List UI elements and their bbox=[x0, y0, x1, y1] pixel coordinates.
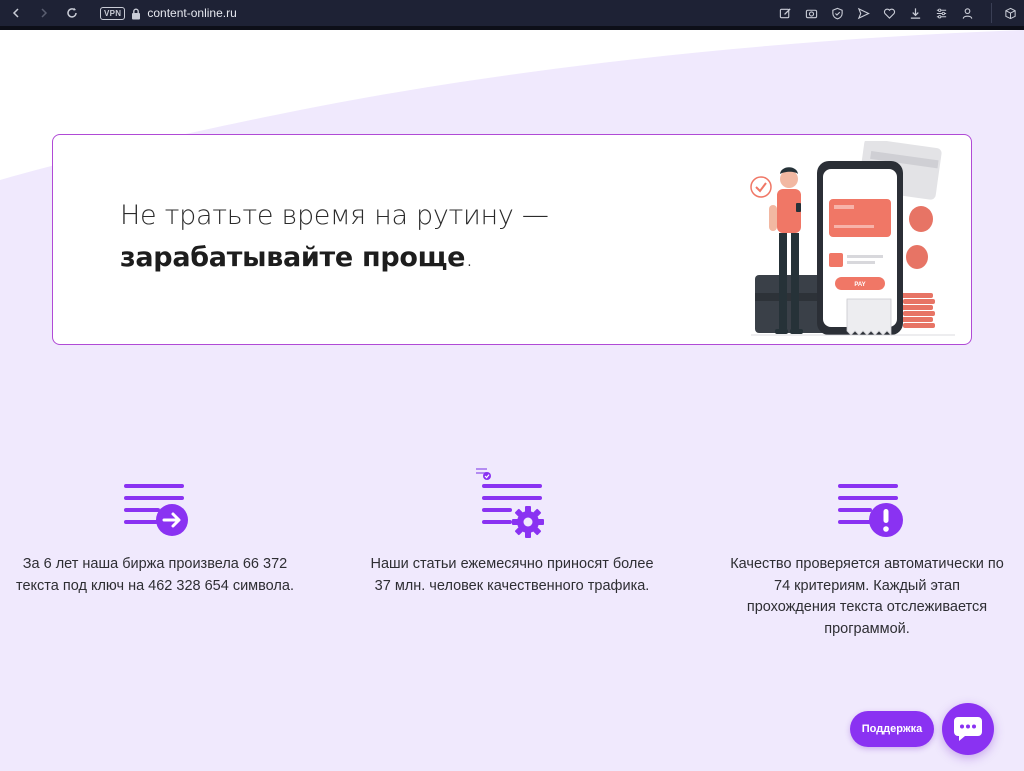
menu-button[interactable] bbox=[933, 5, 949, 21]
send-icon bbox=[857, 7, 870, 19]
shield-button[interactable] bbox=[829, 5, 845, 21]
profile-button[interactable] bbox=[959, 5, 975, 21]
hero-emphasis: зарабатывайте проще bbox=[120, 242, 466, 273]
feature-text-volume: За 6 лет наша биржа произвела 66 372 тек… bbox=[16, 556, 294, 594]
chat-button[interactable] bbox=[942, 703, 994, 755]
camera-icon bbox=[805, 9, 817, 18]
user-icon bbox=[962, 7, 972, 19]
reload-button[interactable] bbox=[62, 3, 82, 23]
document-alert-icon bbox=[838, 484, 903, 537]
reload-icon bbox=[67, 7, 77, 18]
chevron-right-icon bbox=[41, 8, 48, 18]
send-button[interactable] bbox=[855, 5, 871, 21]
favorite-button[interactable] bbox=[881, 5, 897, 21]
download-button[interactable] bbox=[907, 5, 923, 21]
chevron-left-icon bbox=[12, 8, 19, 18]
hero-period: . bbox=[465, 242, 474, 273]
hero-line-2: зарабатывайте проще. bbox=[120, 237, 549, 279]
check-icon bbox=[750, 176, 772, 198]
vpn-badge[interactable]: VPN bbox=[100, 6, 126, 20]
hero-card: Не тратьте время на рутину — зарабатывай… bbox=[52, 134, 972, 345]
download-icon bbox=[910, 7, 920, 19]
toolbar-divider bbox=[991, 3, 992, 23]
forward-button[interactable] bbox=[34, 3, 54, 23]
address-bar-url[interactable]: content-online.ru bbox=[147, 6, 236, 20]
feature-text-quality: Качество проверяется автоматически по 74… bbox=[730, 556, 1004, 637]
support-button[interactable]: Поддержка bbox=[850, 711, 934, 747]
browser-toolbar: VPN content-online.ru bbox=[0, 0, 1024, 26]
illustration-pay-label: PAY bbox=[854, 282, 865, 288]
browser-tools bbox=[777, 3, 1018, 23]
chat-bubble-icon bbox=[954, 717, 982, 741]
document-arrow-icon bbox=[124, 484, 188, 536]
heart-icon bbox=[883, 8, 895, 19]
camera-button[interactable] bbox=[803, 5, 819, 21]
sliders-icon bbox=[936, 8, 946, 18]
hero-headline: Не тратьте время на рутину — зарабатывай… bbox=[120, 195, 549, 279]
document-gear-icon bbox=[476, 468, 544, 538]
feature-text-traffic: Наши статьи ежемесячно приносят более 37… bbox=[370, 556, 654, 594]
payment-illustration: PAY bbox=[750, 141, 955, 336]
lock-icon bbox=[131, 7, 141, 20]
edit-button[interactable] bbox=[777, 5, 793, 21]
cube-icon bbox=[1004, 7, 1016, 19]
edit-icon bbox=[779, 7, 791, 18]
coin-shape bbox=[909, 206, 933, 232]
extensions-button[interactable] bbox=[1002, 5, 1018, 21]
back-button[interactable] bbox=[6, 3, 26, 23]
shield-icon bbox=[831, 7, 843, 19]
hero-line-1: Не тратьте время на рутину — bbox=[120, 200, 549, 231]
page: Не тратьте время на рутину — зарабатывай… bbox=[0, 30, 1024, 771]
